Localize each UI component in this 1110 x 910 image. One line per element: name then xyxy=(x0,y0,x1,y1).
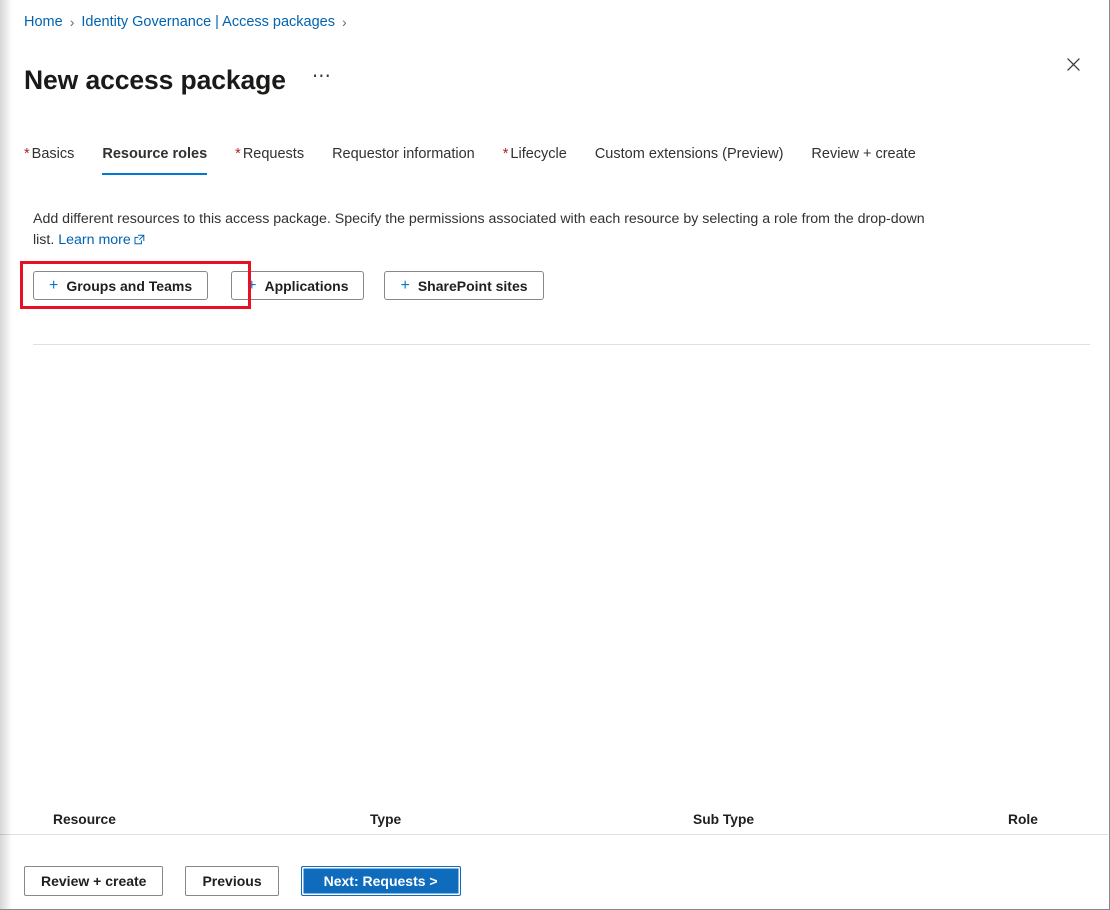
new-access-package-blade: Home › Identity Governance | Access pack… xyxy=(0,0,1110,910)
footer-divider xyxy=(0,834,1108,835)
column-header-role[interactable]: Role xyxy=(1008,812,1038,827)
add-sharepoint-sites-button[interactable]: + SharePoint sites xyxy=(384,271,544,300)
tab-label: Requests xyxy=(242,146,305,162)
breadcrumb-item-home[interactable]: Home xyxy=(24,13,63,31)
table-body-empty xyxy=(33,345,1090,833)
tab-label: Review + create xyxy=(811,146,916,162)
chevron-right-icon: › xyxy=(342,14,347,30)
tab-label: Lifecycle xyxy=(510,146,567,162)
title-row: New access package ⋯ xyxy=(24,45,336,115)
tab-resource-roles[interactable]: Resource roles xyxy=(102,144,207,175)
add-button-label: Applications xyxy=(264,277,349,294)
tab-custom-extensions-preview[interactable]: Custom extensions (Preview) xyxy=(595,144,784,175)
column-header-sub-type[interactable]: Sub Type xyxy=(693,812,754,827)
required-indicator: * xyxy=(502,146,509,162)
page-title: New access package xyxy=(24,64,286,95)
tab-requests[interactable]: * Requests xyxy=(235,144,304,175)
close-icon xyxy=(1066,57,1080,71)
learn-more-link[interactable]: Learn more xyxy=(58,232,131,248)
external-link-icon xyxy=(134,231,145,252)
tab-basics[interactable]: * Basics xyxy=(24,144,74,175)
plus-icon: + xyxy=(247,276,257,294)
resource-roles-table: Resource Type Sub Type Role xyxy=(33,316,1090,833)
wizard-footer: Review + create Previous Next: Requests … xyxy=(24,866,461,896)
breadcrumb-item-identity-governance-access-packages[interactable]: Identity Governance | Access packages xyxy=(81,13,335,31)
add-button-label: SharePoint sites xyxy=(417,277,528,294)
column-header-resource[interactable]: Resource xyxy=(53,812,116,827)
required-indicator: * xyxy=(24,146,30,162)
learn-more-label: Learn more xyxy=(58,232,131,249)
add-button-label: Groups and Teams xyxy=(66,277,193,294)
tab-label: Resource roles xyxy=(102,146,208,162)
plus-icon: + xyxy=(49,276,59,294)
plus-icon: + xyxy=(400,276,410,294)
add-resource-button-group: + Groups and Teams + Applications + Shar… xyxy=(33,271,544,300)
add-groups-and-teams-button[interactable]: + Groups and Teams xyxy=(33,271,209,300)
section-description: Add different resources to this access p… xyxy=(33,209,945,252)
tab-lifecycle[interactable]: * Lifecycle xyxy=(503,144,567,175)
description-text: Add different resources to this access p… xyxy=(33,211,925,249)
breadcrumb: Home › Identity Governance | Access pack… xyxy=(24,13,354,31)
required-indicator: * xyxy=(235,146,241,162)
review-create-button[interactable]: Review + create xyxy=(24,866,164,896)
tab-review-create[interactable]: Review + create xyxy=(811,144,915,175)
table-header-row: Resource Type Sub Type Role xyxy=(33,316,1090,827)
add-applications-button[interactable]: + Applications xyxy=(231,271,365,300)
tab-requestor-information[interactable]: Requestor information xyxy=(332,144,475,175)
more-options-icon[interactable]: ⋯ xyxy=(308,66,337,94)
chevron-right-icon: › xyxy=(69,14,75,30)
tab-label: Custom extensions (Preview) xyxy=(594,146,784,162)
previous-button[interactable]: Previous xyxy=(185,866,279,896)
next-requests-button[interactable]: Next: Requests > xyxy=(300,866,461,896)
column-header-type[interactable]: Type xyxy=(370,812,401,827)
close-blade-button[interactable] xyxy=(1057,48,1089,80)
wizard-tab-bar: * Basics Resource roles * Requests Request… xyxy=(24,144,944,180)
tab-label: Requestor information xyxy=(332,146,475,162)
tab-label: Basics xyxy=(31,146,75,162)
